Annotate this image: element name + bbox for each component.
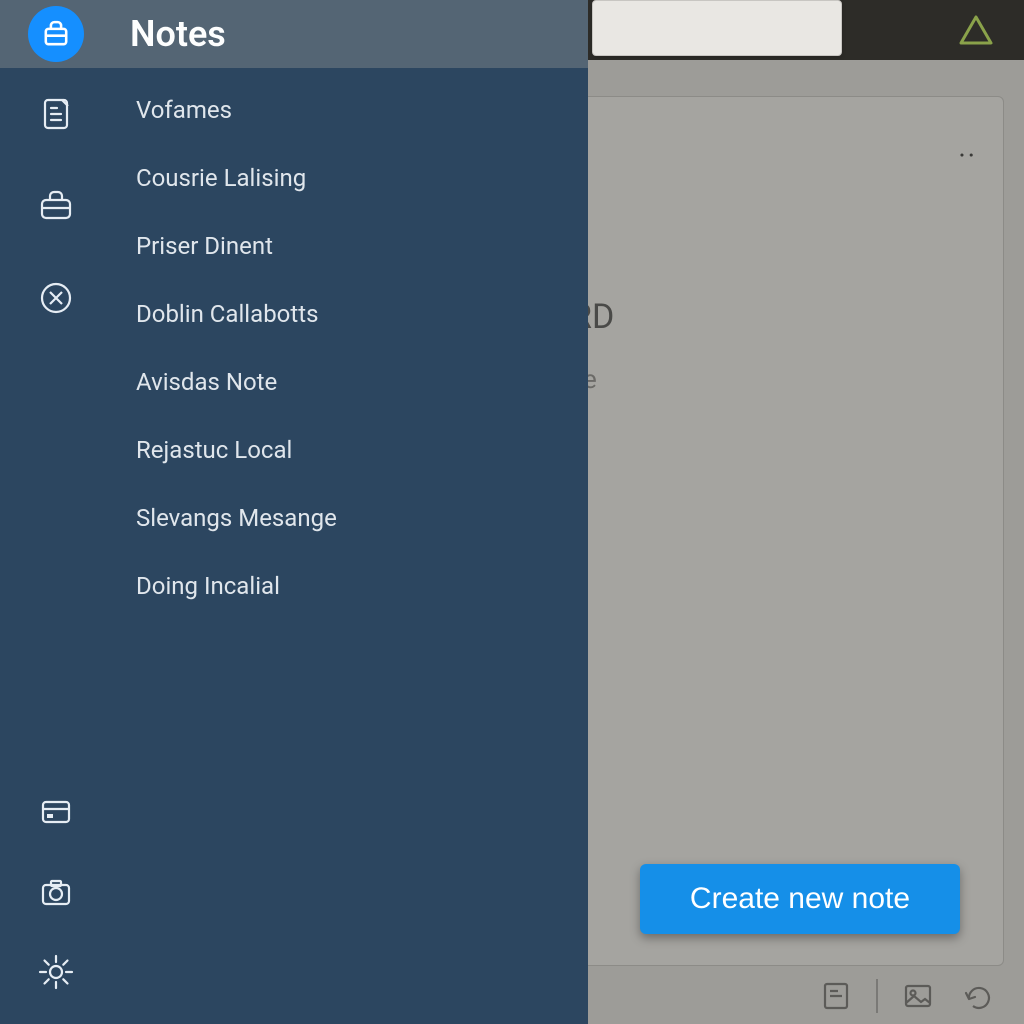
image-icon[interactable]	[900, 978, 936, 1014]
camera-icon	[36, 872, 76, 912]
drawer-item[interactable]: Cousrie Lalising	[112, 144, 588, 212]
app-badge[interactable]	[28, 6, 84, 62]
rail-item-card[interactable]	[0, 772, 112, 852]
kebab-icon[interactable]: ··	[958, 139, 977, 172]
rail-item-close[interactable]	[0, 252, 112, 344]
drawer-item[interactable]: Vofames	[112, 76, 588, 144]
undo-icon[interactable]	[958, 978, 994, 1014]
rail-item-briefcase[interactable]	[0, 160, 112, 252]
card-icon	[36, 792, 76, 832]
drawer-item[interactable]: Avisdas Note	[112, 348, 588, 416]
drawer-item[interactable]: Slevangs Mesange	[112, 484, 588, 552]
drawer-item[interactable]: Priser Dinent	[112, 212, 588, 280]
search-field[interactable]	[592, 0, 842, 56]
document-icon	[36, 94, 76, 134]
icon-rail	[0, 0, 112, 1024]
create-new-note-button[interactable]: Create new note	[640, 864, 960, 934]
triangle-icon[interactable]	[958, 14, 994, 46]
drawer-item[interactable]: Rejastuc Local	[112, 416, 588, 484]
note-icon[interactable]	[818, 978, 854, 1014]
close-circle-icon	[36, 278, 76, 318]
drawer-item[interactable]: Doblin Callabotts	[112, 280, 588, 348]
gear-icon	[36, 952, 76, 992]
rail-item-camera[interactable]	[0, 852, 112, 932]
content-toolbar	[818, 978, 994, 1014]
notes-drawer: Vofames Cousrie Lalising Priser Dinent D…	[112, 68, 588, 1024]
rail-item-settings[interactable]	[0, 932, 112, 1012]
briefcase-outline-icon	[36, 186, 76, 226]
drawer-title: Notes	[112, 0, 588, 68]
toolbar-divider	[876, 979, 878, 1013]
rail-item-document[interactable]	[0, 68, 112, 160]
drawer-item[interactable]: Doing Incalial	[112, 552, 588, 620]
rail-header	[0, 0, 112, 68]
